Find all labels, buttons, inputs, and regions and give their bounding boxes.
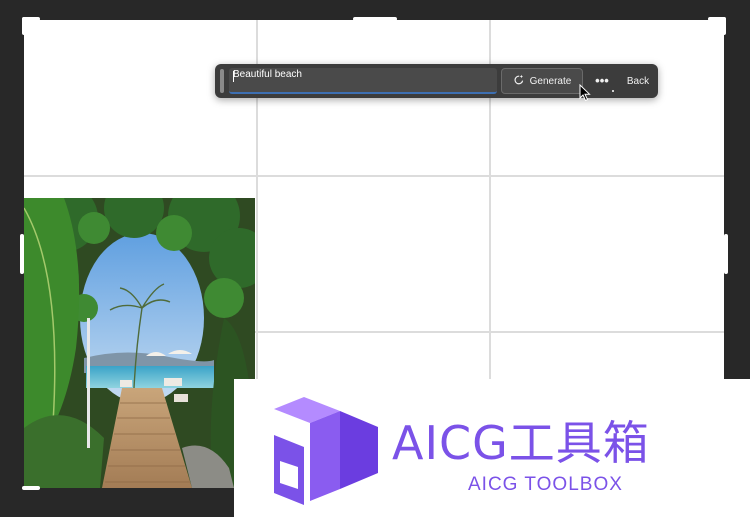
aicg-toolbox-watermark: AICG工具箱 AICG TOOLBOX (234, 379, 750, 517)
crop-handle-middle-left[interactable] (20, 234, 24, 274)
watermark-title: AICG工具箱 (392, 416, 650, 470)
crop-handle-top-left[interactable] (22, 17, 26, 35)
sparkle-refresh-icon (513, 74, 525, 89)
photoshop-workspace: Generate ••• Back AICG工具箱 AICG TOOLBOX (0, 0, 750, 517)
crop-handle-top-right[interactable] (722, 17, 726, 35)
generate-button[interactable]: Generate (501, 68, 583, 94)
generative-fill-prompt-input[interactable] (229, 68, 497, 94)
watermark-subtitle: AICG TOOLBOX (468, 474, 623, 495)
crop-grid-line (24, 175, 724, 177)
more-options-button[interactable]: ••• (591, 72, 613, 90)
drag-handle[interactable] (220, 69, 224, 93)
crop-handle-top-center[interactable] (353, 17, 397, 21)
mouse-pointer-icon (579, 83, 591, 107)
text-caret (233, 71, 234, 82)
aicg-cube-logo (274, 397, 382, 510)
crop-handle-middle-right[interactable] (724, 234, 728, 274)
beach-pathway-photo (24, 198, 255, 488)
contextual-task-bar: Generate ••• Back (215, 64, 658, 98)
back-button[interactable]: Back (621, 72, 655, 90)
more-options-indicator (612, 90, 614, 92)
crop-handle-bottom-left[interactable] (22, 486, 40, 490)
generate-button-label: Generate (529, 75, 572, 87)
